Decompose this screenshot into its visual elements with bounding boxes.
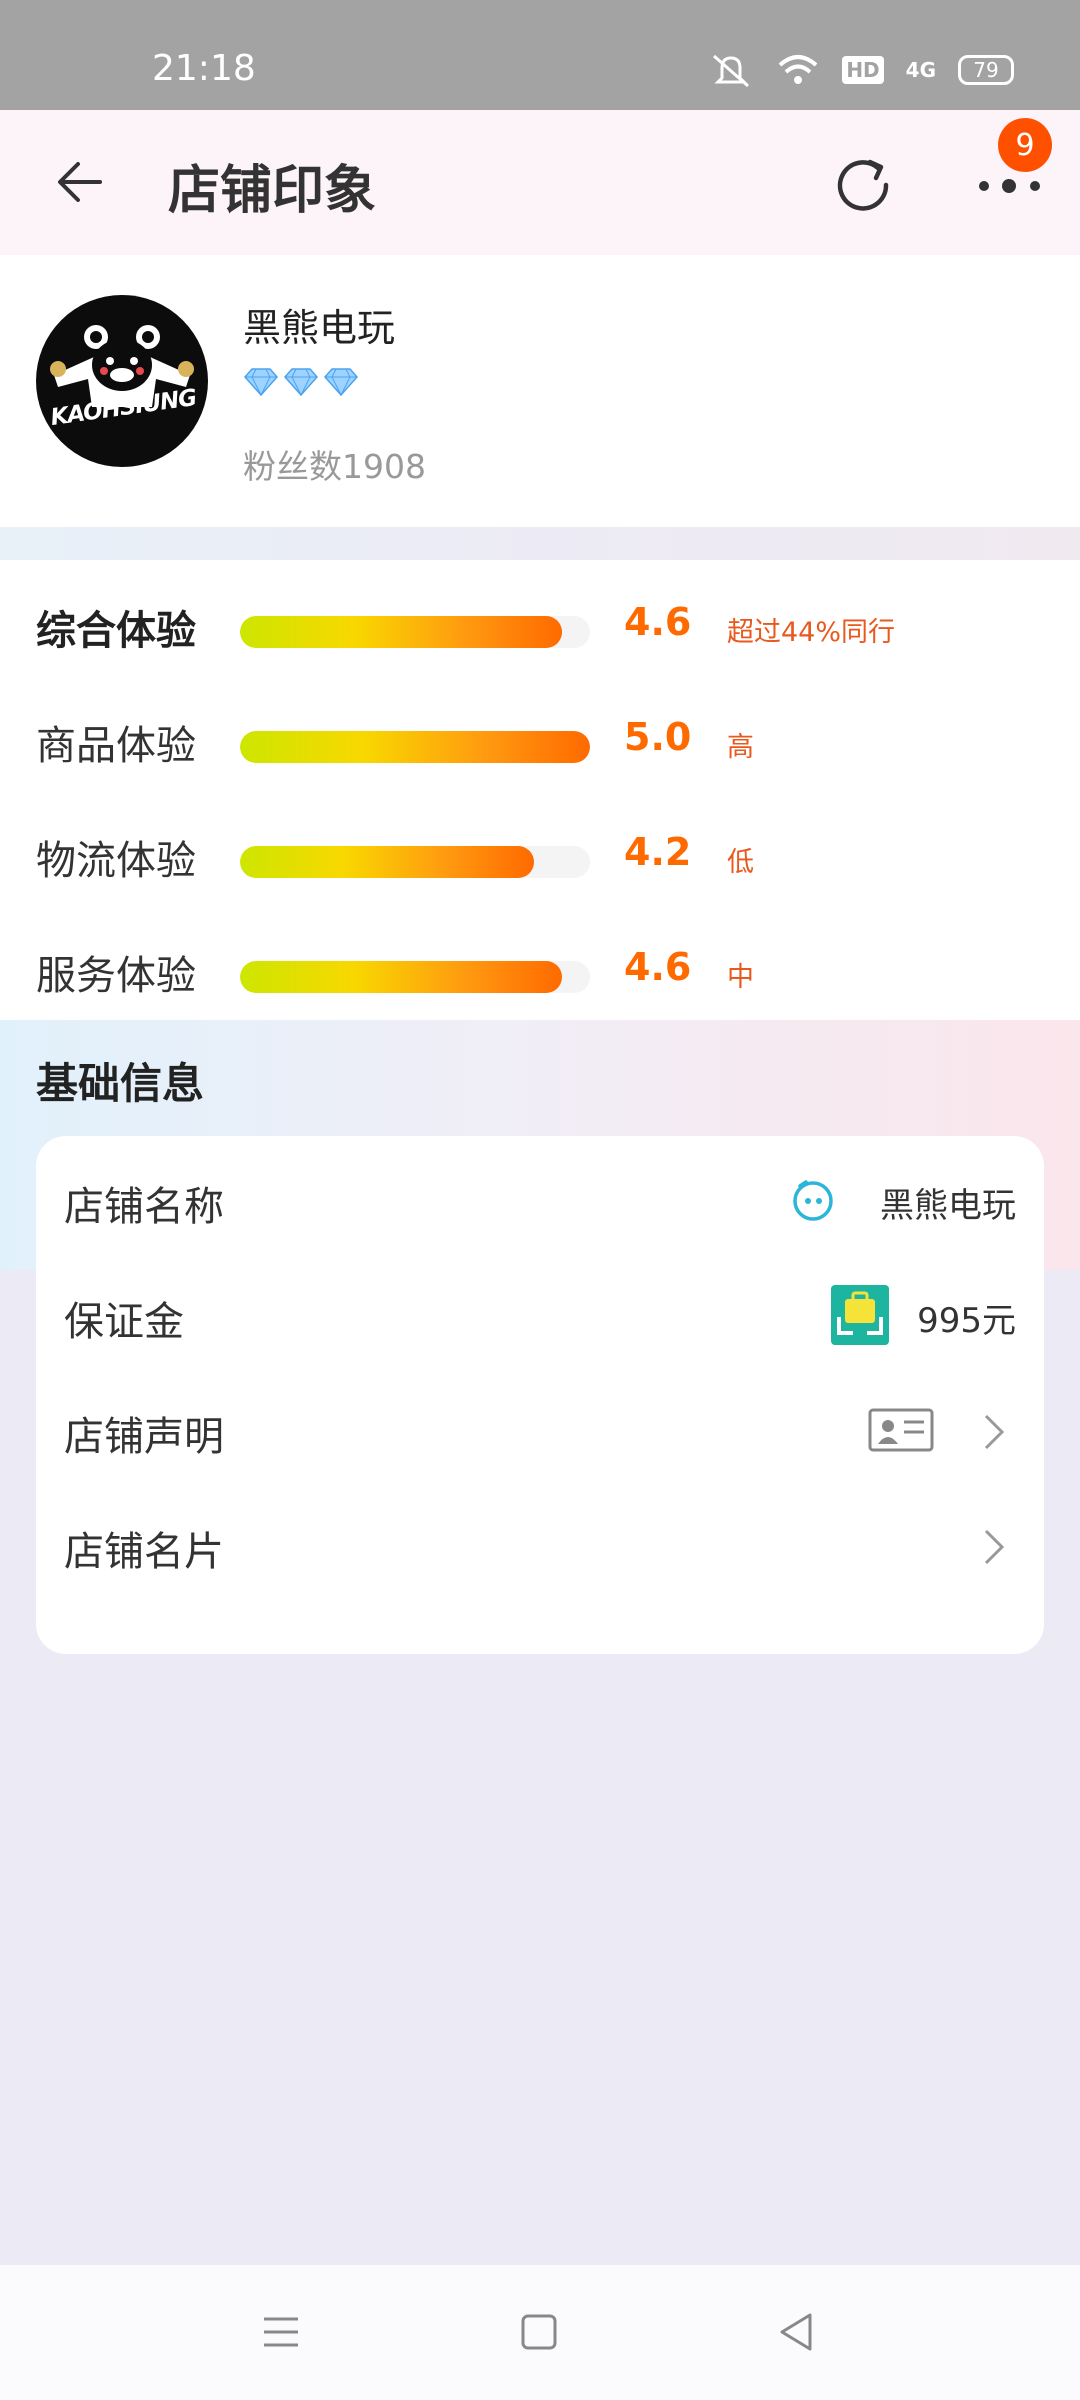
rating-note: 低	[727, 847, 754, 878]
rating-label: 综合体验	[36, 608, 196, 654]
rating-note: 高	[727, 732, 754, 763]
rating-score: 4.6	[624, 600, 692, 644]
status-time: 21:18	[152, 48, 256, 89]
info-value: 995元	[917, 1301, 1016, 1341]
battery-icon: 79	[958, 55, 1014, 85]
mute-icon	[713, 54, 750, 88]
smiley-icon	[793, 1180, 833, 1221]
chevron-right-icon	[984, 1414, 1005, 1450]
status-bar: 21:18 HD 4G 79	[0, 0, 1080, 110]
network-label: 4G	[905, 58, 936, 82]
rating-bar-fill	[240, 846, 534, 878]
ratings-section: 综合体验 4.6 超过44%同行 商品体验 5.0 高 物流体验 4.2 低 服…	[0, 560, 1080, 1020]
rating-score: 4.6	[624, 945, 692, 989]
diamond-icon	[284, 368, 318, 397]
info-row-statement[interactable]: 店铺声明	[36, 1372, 1044, 1487]
battery-level: 79	[973, 58, 999, 82]
info-row-deposit[interactable]: 保证金 995元	[36, 1257, 1044, 1372]
diamond-rating	[243, 367, 359, 397]
back-arrow-icon[interactable]	[52, 152, 112, 212]
rating-bar	[240, 731, 590, 763]
rating-note: 超过44%同行	[727, 617, 896, 648]
diamond-icon	[324, 368, 358, 397]
diamond-icon	[244, 368, 278, 397]
rating-label: 商品体验	[36, 723, 196, 769]
home-square-icon[interactable]	[514, 2307, 564, 2357]
rating-score: 5.0	[624, 715, 692, 759]
info-row-business-card[interactable]: 店铺名片	[36, 1487, 1044, 1602]
info-label: 保证金	[64, 1299, 184, 1345]
info-label: 店铺名片	[64, 1529, 224, 1575]
divider	[0, 527, 1080, 560]
rating-note: 中	[727, 962, 754, 993]
page-title: 店铺印象	[168, 161, 377, 221]
rating-label: 服务体验	[36, 953, 196, 999]
rating-bar-fill	[240, 731, 590, 763]
basic-info-title: 基础信息	[36, 1059, 205, 1108]
rating-row: 商品体验 5.0 高	[0, 697, 1080, 777]
info-label: 店铺声明	[64, 1414, 224, 1460]
chevron-right-icon	[984, 1529, 1005, 1565]
rating-bar	[240, 616, 590, 648]
id-card-icon	[868, 1408, 934, 1452]
rating-row: 物流体验 4.2 低	[0, 812, 1080, 892]
top-bar: 店铺印象 9	[0, 110, 1080, 255]
status-icons: HD 4G 79	[708, 52, 1014, 88]
bear-logo-icon	[50, 325, 194, 407]
rating-bar	[240, 846, 590, 878]
hd-icon: HD	[842, 56, 884, 84]
shop-name: 黑熊电玩	[243, 306, 396, 350]
rating-score: 4.2	[624, 830, 692, 874]
deposit-icon	[831, 1285, 889, 1345]
rating-row: 服务体验 4.6 中	[0, 927, 1080, 1007]
rating-bar	[240, 961, 590, 993]
rating-bar-fill	[240, 616, 562, 648]
wifi-icon	[778, 55, 818, 84]
notification-badge: 9	[998, 118, 1052, 172]
shop-profile[interactable]: KAOHSIUNG 黑熊电玩 粉丝数1908	[0, 255, 1080, 527]
info-value: 黑熊电玩	[880, 1186, 1016, 1226]
rating-row: 综合体验 4.6 超过44%同行	[0, 582, 1080, 662]
info-label: 店铺名称	[64, 1184, 224, 1230]
rating-label: 物流体验	[36, 838, 196, 884]
info-row-shop-name[interactable]: 店铺名称 黑熊电玩	[36, 1142, 1044, 1257]
back-triangle-icon[interactable]	[772, 2307, 822, 2357]
menu-icon[interactable]	[256, 2307, 306, 2357]
refresh-icon[interactable]	[828, 150, 898, 220]
shop-avatar: KAOHSIUNG	[36, 295, 208, 467]
rating-bar-fill	[240, 961, 562, 993]
basic-info-card: 店铺名称 黑熊电玩 保证金 995元 店铺声明 店铺名片	[36, 1136, 1044, 1654]
system-nav-bar	[0, 2265, 1080, 2400]
more-icon[interactable]	[975, 166, 1045, 206]
fans-count: 粉丝数1908	[243, 447, 426, 486]
